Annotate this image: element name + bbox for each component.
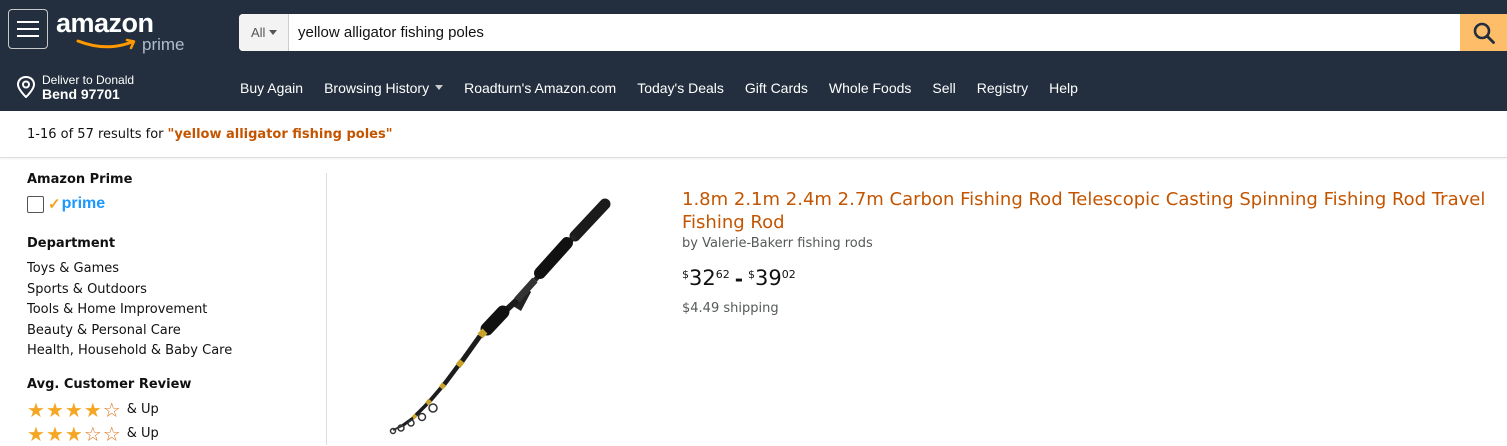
search-icon (1473, 22, 1495, 44)
department-link-beauty[interactable]: Beauty & Personal Care (27, 321, 317, 342)
nav-link-buy-again[interactable]: Buy Again (240, 80, 303, 96)
logo-wordmark: amazon (56, 8, 154, 38)
deliver-location: Bend 97701 (42, 86, 120, 102)
nav-links: Buy Again Browsing History Roadturn's Am… (240, 64, 1099, 111)
product-title-link[interactable]: 1.8m 2.1m 2.4m 2.7m Carbon Fishing Rod T… (682, 188, 1507, 234)
star-rating: ★ ★ ★ ★ ☆ (27, 400, 121, 420)
price-whole: 32 (689, 266, 716, 290)
product-shipping: $4.49 shipping (682, 301, 779, 316)
department-list: Toys & Games Sports & Outdoors Tools & H… (27, 259, 317, 362)
nav-bar: Deliver to Donald Bend 97701 Buy Again B… (0, 64, 1507, 111)
deliver-label: Deliver to Donald (42, 73, 135, 87)
price-symbol: $ (682, 268, 689, 281)
hamburger-menu-button[interactable] (8, 9, 48, 49)
price-whole: 39 (755, 266, 782, 290)
star-filled-icon: ★ (45, 421, 64, 446)
search-button[interactable] (1460, 14, 1507, 51)
price-fraction: 02 (781, 268, 796, 281)
review-filter-4-stars[interactable]: ★ ★ ★ ★ ☆ & Up (27, 400, 317, 420)
star-rating: ★ ★ ★ ☆ ☆ (27, 424, 121, 444)
star-filled-icon: ★ (27, 397, 45, 422)
nav-link-whole-foods[interactable]: Whole Foods (829, 80, 911, 96)
menu-line (17, 21, 39, 23)
price-fraction: 62 (715, 268, 730, 281)
menu-line (17, 28, 39, 30)
caret-down-icon (435, 85, 444, 90)
department-link-health[interactable]: Health, Household & Baby Care (27, 341, 317, 362)
deliver-text: Deliver to Donald Bend 97701 (42, 73, 134, 101)
star-empty-icon: ☆ (83, 421, 102, 446)
search-bar: All (239, 14, 1507, 51)
location-pin-icon (16, 76, 36, 98)
department-link-toys-games[interactable]: Toys & Games (27, 259, 317, 280)
nav-link-browsing-history[interactable]: Browsing History (324, 79, 444, 96)
nav-link-todays-deals[interactable]: Today's Deals (637, 80, 724, 96)
search-scope-label: All (251, 25, 266, 40)
nav-link-gift-cards[interactable]: Gift Cards (745, 80, 808, 96)
search-input[interactable] (298, 14, 1448, 51)
price-dash: - (734, 267, 744, 291)
star-empty-icon: ☆ (102, 421, 121, 446)
smile-arrow-icon (76, 38, 136, 50)
results-query: "yellow alligator fishing poles" (167, 126, 393, 142)
caret-down-icon (269, 30, 278, 35)
results-summary-bar: 1-16 of 57 results for "yellow alligator… (0, 111, 1507, 158)
nav-link-label: Browsing History (324, 79, 430, 96)
product-image[interactable] (385, 188, 625, 438)
nav-link-help[interactable]: Help (1049, 80, 1078, 96)
prime-check-icon: ✓ (48, 196, 61, 213)
star-filled-icon: ★ (64, 397, 83, 422)
review-and-up-label: & Up (126, 426, 159, 441)
price-symbol: $ (748, 268, 756, 281)
nav-link-registry[interactable]: Registry (977, 80, 1028, 96)
star-filled-icon: ★ (45, 397, 64, 422)
product-price-range: $ 32 62 - $ 39 02 (682, 266, 796, 292)
sidebar-divider (326, 173, 327, 445)
department-heading: Department (27, 236, 116, 251)
results-count: 1-16 of 57 results for (27, 126, 164, 142)
star-empty-icon: ☆ (102, 397, 121, 422)
prime-checkbox[interactable] (27, 195, 44, 213)
prime-badge: ✓ prime (48, 195, 105, 213)
nav-link-sell[interactable]: Sell (932, 80, 955, 96)
top-bar: amazon prime All (0, 0, 1507, 64)
logo-prime-label: prime (142, 35, 185, 54)
search-scope-dropdown[interactable]: All (239, 14, 289, 51)
prime-badge-label: prime (61, 195, 106, 212)
star-filled-icon: ★ (27, 421, 45, 446)
star-filled-icon: ★ (64, 421, 83, 446)
prime-filter-option[interactable]: ✓ prime (27, 195, 317, 213)
deliver-to-location[interactable]: Deliver to Donald Bend 97701 (16, 70, 134, 104)
department-link-tools-home[interactable]: Tools & Home Improvement (27, 300, 317, 321)
review-and-up-label: & Up (126, 402, 159, 417)
review-filter-heading: Avg. Customer Review (27, 376, 192, 392)
prime-filter-heading: Amazon Prime (27, 172, 133, 187)
review-filter-3-stars[interactable]: ★ ★ ★ ☆ ☆ & Up (27, 424, 317, 444)
product-brand: by Valerie-Bakerr fishing rods (682, 236, 873, 251)
filter-sidebar: Amazon Prime ✓ prime Department Toys & G… (27, 172, 317, 444)
amazon-prime-logo[interactable]: amazon prime (56, 8, 186, 56)
nav-link-roadturns-amazon[interactable]: Roadturn's Amazon.com (464, 80, 616, 96)
menu-line (17, 35, 39, 37)
department-link-sports-outdoors[interactable]: Sports & Outdoors (27, 280, 317, 301)
star-filled-icon: ★ (83, 397, 102, 422)
